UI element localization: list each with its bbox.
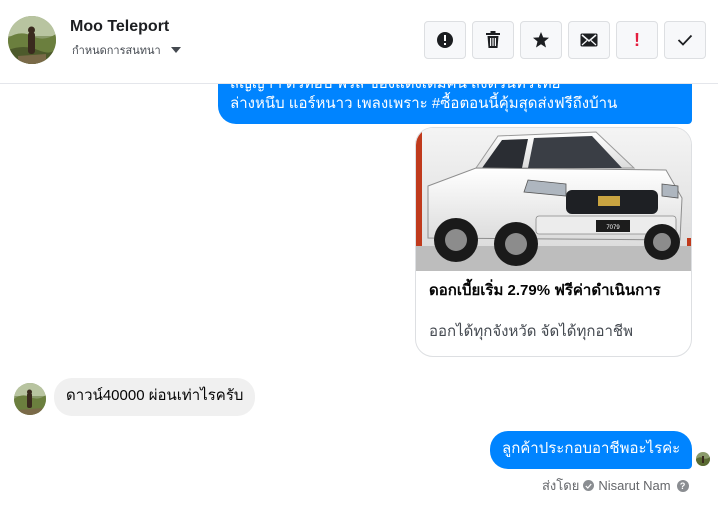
- star-button[interactable]: [520, 21, 562, 59]
- help-icon[interactable]: ?: [676, 479, 689, 492]
- alert-circle-icon: [437, 32, 453, 48]
- card-description: ออกได้ทุกจังหวัด จัดได้ทุกอาชีพ: [429, 323, 633, 340]
- verified-check-icon: [583, 480, 595, 491]
- star-icon: [533, 32, 549, 48]
- conversation-toolbar: !: [424, 21, 706, 59]
- assign-conversation-label: กำหนดการสนทนา: [72, 45, 161, 57]
- message-text-line: ล่างหนึบ แอร์หนาว เพลงเพราะ #ซื้อตอนนี้ค…: [230, 95, 618, 112]
- sent-by-label: ส่งโดย: [542, 478, 580, 493]
- license-plate: 7079: [606, 225, 620, 231]
- delete-button[interactable]: [472, 21, 514, 59]
- exclamation-icon: !: [634, 29, 640, 50]
- sent-by-name: Nisarut Nam: [598, 478, 671, 493]
- sent-by-info: ส่งโดย Nisarut Nam ?: [542, 475, 689, 496]
- card-title: ดอกเบี้ยเริ่ม 2.79% ฟรีค่าดำเนินการ: [429, 282, 661, 299]
- assign-conversation-dropdown[interactable]: กำหนดการสนทนา: [72, 41, 181, 59]
- mark-unread-button[interactable]: [568, 21, 610, 59]
- spam-button[interactable]: [424, 21, 466, 59]
- caret-down-icon: [170, 47, 181, 53]
- follow-up-button[interactable]: !: [616, 21, 658, 59]
- check-icon: [677, 34, 693, 46]
- incoming-message[interactable]: ดาวน์40000 ผ่อนเท่าไรครับ: [54, 378, 256, 416]
- contact-avatar[interactable]: [8, 16, 56, 64]
- conversation-header: Moo Teleport กำหนดการสนทนา !: [0, 0, 718, 84]
- seen-by-avatar: [696, 452, 710, 466]
- outgoing-message[interactable]: ลูกค้าประกอบอาชีพอะไรค่ะ: [490, 431, 693, 469]
- card-image: 7079: [416, 128, 691, 271]
- sender-avatar[interactable]: [14, 383, 46, 415]
- promo-card[interactable]: 7079 ดอกเบี้ยเริ่ม 2.79% ฟรีค่าดำเนินการ…: [415, 127, 692, 357]
- envelope-icon: [580, 33, 598, 47]
- trash-icon: [486, 31, 500, 48]
- contact-name: Moo Teleport: [70, 18, 170, 35]
- done-button[interactable]: [664, 21, 706, 59]
